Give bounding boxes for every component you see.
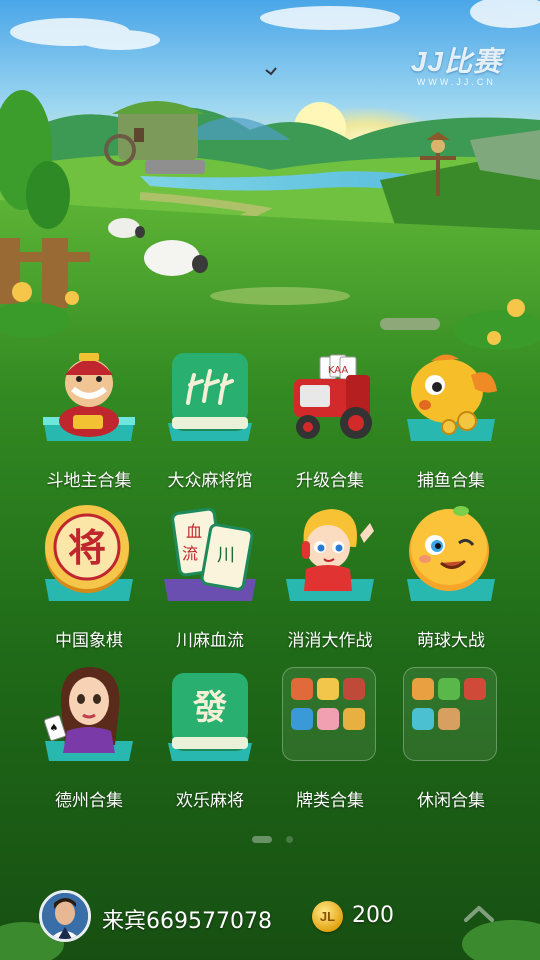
fa-mahjong-tile-icon: 發 [168, 673, 252, 761]
game-tile-huanle-mahjong[interactable]: 發 欢乐麻将 [150, 665, 270, 815]
chinese-chess-piece-icon: 将 [45, 505, 133, 601]
jj-logo: JJ比赛 WWW.JJ.CN [411, 40, 502, 87]
game-label: 休闲合集 [417, 791, 485, 811]
game-label: 萌球大战 [417, 631, 485, 651]
coin-balance: 200 [352, 903, 394, 928]
game-label: 消消大作战 [287, 631, 373, 651]
game-label: 中国象棋 [55, 631, 123, 651]
tractor-cards-text: KAA [328, 365, 349, 376]
user-portrait-icon [42, 893, 88, 939]
mini-game-icon [438, 708, 460, 730]
game-tile-buyu[interactable]: 捕鱼合集 [391, 345, 511, 495]
game-label: 斗地主合集 [46, 471, 132, 491]
mini-game-icon [464, 678, 486, 700]
game-label: 升级合集 [296, 471, 364, 491]
game-tile-dazhong-mahjong[interactable]: 大众麻将馆 [150, 345, 270, 495]
casual-games-folder-icon [403, 667, 497, 761]
mahjong-bamboo-tile-icon [168, 353, 252, 441]
game-tile-xiaoxiao[interactable]: 消消大作战 [270, 505, 390, 655]
page-dot[interactable] [286, 836, 293, 843]
game-label: 德州合集 [55, 791, 123, 811]
logo-url: WWW.JJ.CN [416, 77, 496, 87]
game-label: 川麻血流 [176, 631, 244, 651]
game-tile-mengqiu[interactable]: 萌球大战 [391, 505, 511, 655]
golden-fish-icon [407, 354, 497, 441]
game-label: 欢乐麻将 [176, 791, 244, 811]
game-tile-shengji[interactable]: KAA 升级合集 [270, 345, 390, 495]
poker-girl-icon: ♠ [44, 667, 133, 761]
avatar[interactable] [39, 890, 91, 942]
tile-glyph-chuan: 川 [217, 545, 235, 566]
user-name: 来宾669577078 [102, 909, 272, 934]
mini-game-icon [291, 708, 313, 730]
jl-coin-icon: JL [312, 901, 343, 932]
page-dot-active[interactable] [252, 836, 272, 843]
chess-glyph: 将 [68, 526, 106, 570]
game-tile-texas[interactable]: ♠ 德州合集 [29, 665, 149, 815]
mini-game-icon [412, 708, 434, 730]
logo-text: JJ比赛 [410, 46, 502, 77]
landlord-character-icon [43, 353, 135, 441]
game-label: 牌类合集 [296, 791, 364, 811]
game-folder-card-games[interactable]: 牌类合集 [270, 665, 390, 815]
game-tile-xiangqi[interactable]: 将 中国象棋 [29, 505, 149, 655]
mini-game-icon [343, 708, 365, 730]
tile-glyph-fa: 發 [192, 688, 227, 728]
mini-game-icon [438, 678, 460, 700]
chevron-up-icon[interactable] [462, 902, 496, 926]
mini-game-icon [343, 678, 365, 700]
tile-glyph-liu: 流 [182, 544, 198, 563]
mini-game-icon [291, 678, 313, 700]
mini-game-icon [412, 678, 434, 700]
card-games-folder-icon [282, 667, 376, 761]
sichuan-mahjong-tiles-icon: 血 流 川 [164, 507, 256, 601]
match-girl-character-icon [286, 509, 374, 601]
tractor-cards-icon: KAA [294, 354, 372, 439]
game-tile-chuanma[interactable]: 血 流 川 川麻血流 [150, 505, 270, 655]
mini-game-icon [317, 708, 339, 730]
game-label: 捕鱼合集 [417, 471, 485, 491]
game-tile-doudizhu[interactable]: 斗地主合集 [29, 345, 149, 495]
mini-game-icon [317, 678, 339, 700]
cute-ball-icon [407, 506, 495, 601]
tile-glyph-xue: 血 [186, 522, 202, 541]
user-bar: 来宾669577078 JL 200 [0, 880, 540, 960]
spade-glyph: ♠ [50, 723, 59, 734]
game-label: 大众麻将馆 [167, 471, 253, 491]
game-folder-casual-games[interactable]: 休闲合集 [391, 665, 511, 815]
